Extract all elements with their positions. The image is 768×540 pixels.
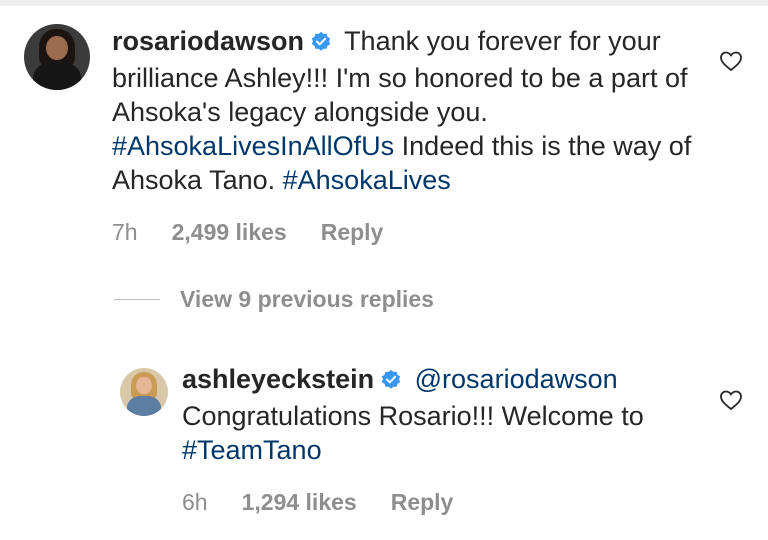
avatar-body bbox=[126, 395, 162, 416]
top-divider bbox=[0, 0, 768, 6]
comment-meta: 7h 2,499 likes Reply bbox=[112, 219, 744, 246]
hashtag-link[interactable]: #AhsokaLives bbox=[283, 165, 451, 195]
reply-meta: 6h 1,294 likes Reply bbox=[182, 489, 744, 516]
reply-body: Congratulations Rosario!!! Welcome to bbox=[182, 401, 644, 431]
avatar-body bbox=[33, 62, 81, 90]
reply-button[interactable]: Reply bbox=[321, 219, 384, 246]
comment-rosariodawson: rosariodawson Thank you forever for your… bbox=[24, 24, 744, 246]
hashtag-link[interactable]: #AhsokaLivesInAllOfUs bbox=[112, 131, 394, 161]
username[interactable]: rosariodawson bbox=[112, 26, 304, 56]
reply-text: ashleyeckstein @rosariodawson Congratula… bbox=[182, 362, 744, 467]
reply-button[interactable]: Reply bbox=[391, 489, 454, 516]
view-previous-replies[interactable]: View 9 previous replies bbox=[114, 286, 434, 313]
avatar[interactable] bbox=[24, 24, 90, 90]
verified-badge-icon bbox=[310, 27, 332, 61]
likes-count[interactable]: 1,294 likes bbox=[242, 489, 357, 516]
comment-text: rosariodawson Thank you forever for your… bbox=[112, 24, 744, 197]
replies-divider bbox=[114, 299, 160, 300]
view-replies-label[interactable]: View 9 previous replies bbox=[180, 286, 434, 313]
username[interactable]: ashleyeckstein bbox=[182, 364, 374, 394]
reply-ashleyeckstein: ashleyeckstein @rosariodawson Congratula… bbox=[120, 362, 744, 516]
avatar-face bbox=[46, 35, 68, 60]
avatar[interactable] bbox=[120, 368, 168, 416]
verified-badge-icon bbox=[380, 365, 402, 399]
timestamp: 6h bbox=[182, 489, 208, 515]
hashtag-link[interactable]: #TeamTano bbox=[182, 435, 322, 465]
avatar-face bbox=[136, 376, 152, 394]
mention-link[interactable]: @rosariodawson bbox=[415, 364, 618, 394]
heart-outline-icon[interactable] bbox=[719, 389, 743, 416]
reply-content: ashleyeckstein @rosariodawson Congratula… bbox=[182, 362, 744, 516]
heart-outline-icon[interactable] bbox=[719, 50, 743, 77]
comment-content: rosariodawson Thank you forever for your… bbox=[112, 24, 744, 246]
timestamp: 7h bbox=[112, 219, 138, 245]
likes-count[interactable]: 2,499 likes bbox=[172, 219, 287, 246]
